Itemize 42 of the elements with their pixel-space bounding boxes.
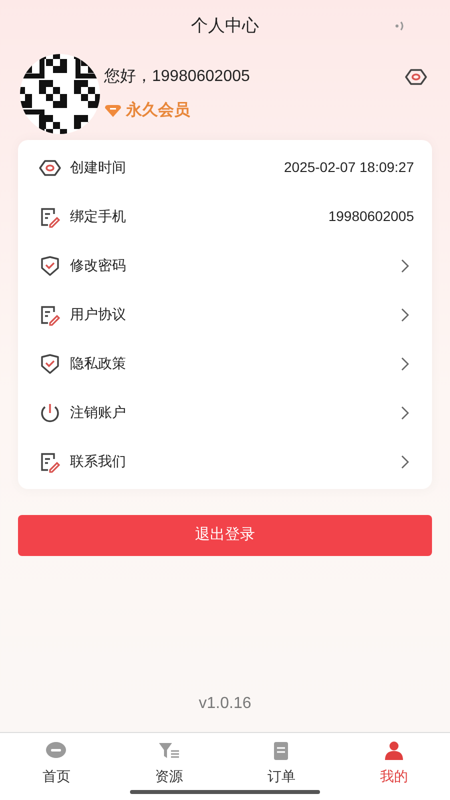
row-label: 联系我们: [70, 452, 127, 471]
document-edit-icon: [39, 450, 61, 472]
row-label: 创建时间: [70, 158, 127, 177]
shield-check-icon: [39, 254, 61, 276]
chevron-right-icon: [400, 454, 410, 470]
tab[interactable]: 资源: [112, 733, 225, 800]
eye-icon: [404, 67, 428, 87]
menu-row[interactable]: 联系我们: [18, 437, 432, 486]
document-edit-icon: [39, 304, 61, 326]
logout-button[interactable]: 退出登录: [18, 515, 432, 556]
filter-list-icon: [158, 741, 180, 761]
chevron-right-icon: [400, 404, 410, 420]
settings-button[interactable]: [404, 67, 428, 87]
row-value: 2025-02-07 18:09:27: [284, 158, 414, 177]
row-label: 注销账户: [70, 403, 127, 422]
power-icon: [39, 402, 61, 424]
document-edit-icon: [39, 206, 61, 228]
chevron-right-icon: [400, 356, 410, 372]
row-value: 19980602005: [328, 207, 414, 226]
diamond-icon: [104, 104, 122, 118]
chevron-right-icon: [400, 258, 410, 274]
menu-row[interactable]: 用户协议: [18, 290, 432, 339]
tab[interactable]: 首页: [0, 733, 112, 800]
tab[interactable]: 我的: [338, 733, 450, 800]
greeting-text: 您好，19980602005: [104, 67, 251, 87]
page-title: 个人中心: [191, 15, 259, 38]
clipboard-icon: [272, 741, 290, 761]
chevron-right-icon: [400, 306, 410, 322]
member-badge-text: 永久会员: [126, 100, 190, 121]
row-label: 隐私政策: [70, 354, 127, 373]
tab[interactable]: 订单: [225, 733, 338, 800]
menu-row[interactable]: 注销账户: [18, 388, 432, 437]
user-icon: [384, 741, 404, 761]
row-label: 用户协议: [70, 305, 127, 324]
shield-check-icon: [39, 352, 61, 374]
eye-icon: [38, 158, 62, 178]
menu-row[interactable]: 修改密码: [18, 241, 432, 290]
row-label: 绑定手机: [70, 207, 127, 226]
chat-bubble-icon: [45, 741, 68, 761]
row-label: 修改密码: [70, 256, 127, 275]
menu-row[interactable]: 隐私政策: [18, 339, 432, 388]
version-text: v1.0.16: [198, 694, 252, 714]
